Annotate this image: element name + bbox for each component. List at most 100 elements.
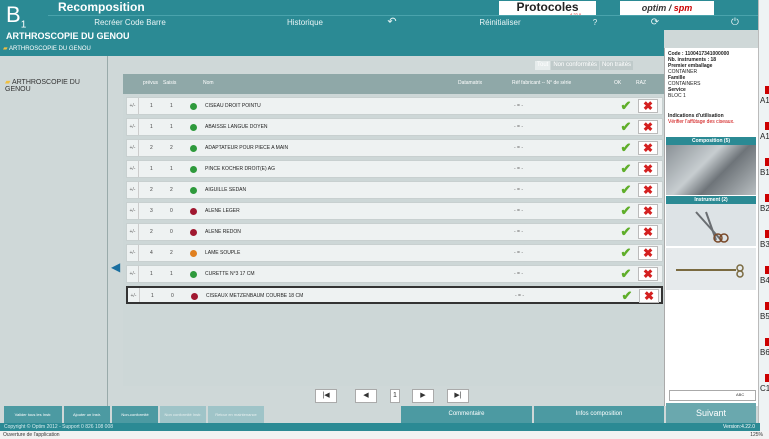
filter-tout[interactable]: Tout [535, 61, 551, 70]
ok-check-icon[interactable]: ✔ [619, 162, 633, 176]
ok-check-icon[interactable]: ✔ [619, 183, 633, 197]
plus-minus-button[interactable]: +/- [127, 161, 139, 177]
collapse-arrow-icon[interactable]: ◀ [111, 260, 120, 274]
table-row[interactable]: +/- 4 2 LAME SOUPLE - = - ✔ ✖ [126, 244, 663, 262]
filter-nonconf[interactable]: Non conformités [551, 61, 600, 70]
tree-item[interactable]: ▰ ARTHROSCOPIE DU GENOU [5, 78, 105, 93]
location-label[interactable]: C1 [760, 384, 769, 393]
saisis-value: 1 [170, 124, 173, 130]
status-dot-icon [190, 103, 197, 110]
location-label[interactable]: B4 [760, 276, 769, 285]
prev-page-button[interactable]: ◀ [355, 389, 377, 403]
location-label[interactable]: B2 [760, 204, 769, 213]
table-row[interactable]: +/- 3 0 ALENE LEGER - = - ✔ ✖ [126, 202, 663, 220]
history-button[interactable]: Historique [235, 15, 375, 30]
protocoles-badge[interactable]: Protocoles [499, 1, 596, 15]
plus-minus-button[interactable]: +/- [127, 98, 139, 114]
raz-cross-icon[interactable]: ✖ [638, 99, 658, 113]
col-raz: RAZ [636, 80, 646, 86]
ok-check-icon[interactable]: ✔ [619, 225, 633, 239]
location-label[interactable]: A1 [760, 96, 769, 105]
plus-minus-button[interactable]: +/- [127, 245, 139, 261]
location-marker-icon [765, 230, 769, 238]
non-conformity-button[interactable]: Non-conformité [112, 406, 158, 423]
ok-check-icon[interactable]: ✔ [619, 120, 633, 134]
scissors-image [695, 211, 729, 243]
col-datamatrix: Datamatrix [458, 80, 483, 86]
prevus-value: 1 [150, 166, 153, 172]
raz-cross-icon[interactable]: ✖ [638, 267, 658, 281]
plus-minus-button[interactable]: +/- [128, 288, 140, 302]
last-page-button[interactable]: ▶| [447, 389, 469, 403]
ok-check-icon[interactable]: ✔ [619, 99, 633, 113]
composition-photo[interactable] [666, 145, 756, 195]
status-dot-icon [190, 187, 197, 194]
instrument-photo-2[interactable] [666, 248, 756, 290]
ok-check-icon[interactable]: ✔ [619, 141, 633, 155]
keyboard-abc-button[interactable]: ABC [736, 392, 744, 397]
comment-button[interactable]: Commentaire [401, 406, 532, 423]
table-row[interactable]: +/- 1 1 ABAISSE LANGUE DOYEN - = - ✔ ✖ [126, 118, 663, 136]
next-button[interactable]: Suivant [666, 403, 756, 423]
table-row[interactable]: +/- 1 1 CURETTE N°3 17 CM - = - ✔ ✖ [126, 265, 663, 283]
raz-cross-icon[interactable]: ✖ [638, 183, 658, 197]
prevus-value: 1 [151, 293, 154, 299]
status-dot-icon [190, 229, 197, 236]
reset-button[interactable]: Réinitialiser [430, 15, 570, 30]
maintenance-return-button[interactable]: Retour en maintenance [208, 406, 264, 423]
instrument-name: ABAISSE LANGUE DOYEN [205, 124, 268, 130]
plus-minus-button[interactable]: +/- [127, 203, 139, 219]
col-ref: Réf fabricant -- N° de série [512, 80, 572, 86]
location-label[interactable]: A1 [760, 132, 769, 141]
undo-icon[interactable]: ↶ [380, 15, 404, 30]
raz-cross-icon[interactable]: ✖ [638, 162, 658, 176]
status-dot-icon [190, 124, 197, 131]
raz-cross-icon[interactable]: ✖ [638, 120, 658, 134]
ok-check-icon[interactable]: ✔ [619, 267, 633, 281]
validate-all-button[interactable]: Valider tous les Instr. [4, 406, 62, 423]
plus-minus-button[interactable]: +/- [127, 266, 139, 282]
plus-minus-button[interactable]: +/- [127, 224, 139, 240]
add-instrument-button[interactable]: Ajouter un Instr. [64, 406, 110, 423]
instrument-non-conformity-button[interactable]: Non conformité Instr. [160, 406, 206, 423]
raz-cross-icon[interactable]: ✖ [638, 246, 658, 260]
power-icon[interactable]: ⏻ [725, 15, 745, 30]
instrument-photo-1[interactable] [666, 204, 756, 246]
reference-value: - = - [514, 103, 524, 109]
ok-check-icon[interactable]: ✔ [619, 204, 633, 218]
location-label[interactable]: B3 [760, 240, 769, 249]
raz-cross-icon[interactable]: ✖ [638, 141, 658, 155]
first-page-button[interactable]: |◀ [315, 389, 337, 403]
refresh-icon[interactable]: ⟳ [645, 15, 665, 30]
recreate-barcode-button[interactable]: Recréer Code Barre [60, 15, 200, 30]
plus-minus-button[interactable]: +/- [127, 182, 139, 198]
ok-check-icon[interactable]: ✔ [620, 289, 634, 303]
raz-cross-icon[interactable]: ✖ [639, 289, 659, 303]
table-row[interactable]: +/- 1 1 CISEAU DROIT POINTU - = - ✔ ✖ [126, 97, 663, 115]
instrument-name: CURETTE N°3 17 CM [205, 271, 255, 277]
ok-check-icon[interactable]: ✔ [619, 246, 633, 260]
raz-cross-icon[interactable]: ✖ [638, 225, 658, 239]
table-row[interactable]: +/- 1 0 CISEAUX METZENBAUM COURBE 18 CM - = … [126, 286, 663, 304]
table-row[interactable]: +/- 2 2 ADAPTATEUR POUR PIECE A MAIN - = - ✔ ✖ [126, 139, 663, 157]
location-label[interactable]: B1 [760, 168, 769, 177]
filter-nontraites[interactable]: Non traités [600, 61, 634, 70]
reference-value: - = - [514, 124, 524, 130]
section-title: ARTHROSCOPIE DU GENOU [0, 30, 664, 43]
plus-minus-button[interactable]: +/- [127, 140, 139, 156]
location-label[interactable]: B6 [760, 348, 769, 357]
next-page-button[interactable]: ▶ [412, 389, 434, 403]
table-row[interactable]: +/- 1 1 PINCE KOCHER DROIT(E) AG - = - ✔ ✖ [126, 160, 663, 178]
table-row[interactable]: +/- 2 0 ALENE REDON - = - ✔ ✖ [126, 223, 663, 241]
table-row[interactable]: +/- 2 2 AIGUILLE SEDAN - = - ✔ ✖ [126, 181, 663, 199]
filter-tabs: Tout Non conformités Non traités [535, 61, 634, 70]
zoom-level[interactable]: 125% [750, 431, 763, 439]
raz-cross-icon[interactable]: ✖ [638, 204, 658, 218]
plus-minus-button[interactable]: +/- [127, 119, 139, 135]
location-label[interactable]: B5 [760, 312, 769, 321]
app-logo: B1 [0, 0, 48, 30]
composition-info-button[interactable]: Infos composition [534, 406, 664, 423]
help-button[interactable]: ? [585, 15, 605, 30]
prevus-value: 3 [150, 208, 153, 214]
prevus-value: 4 [150, 250, 153, 256]
